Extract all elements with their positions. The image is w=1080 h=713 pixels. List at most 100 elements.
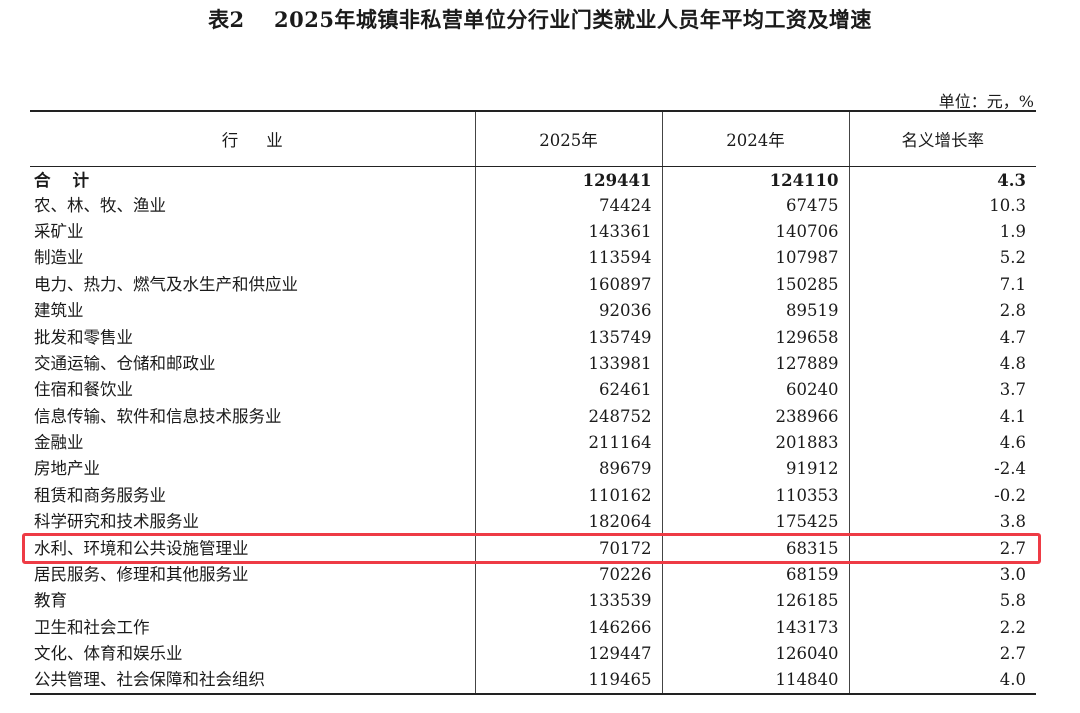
table-row: 信息传输、软件和信息技术服务业 248752 238966 4.1 <box>30 403 1036 430</box>
table-row: 金融业 211164 201883 4.6 <box>30 429 1036 457</box>
cell-rate: 4.7 <box>848 324 1036 351</box>
cell-2025: 143361 <box>474 218 662 246</box>
cell-2024: 129658 <box>661 324 849 351</box>
cell-industry: 采矿业 <box>34 221 84 241</box>
cell-industry: 房地产业 <box>34 459 100 479</box>
table-row: 居民服务、修理和其他服务业 70226 68159 3.0 <box>30 561 1036 589</box>
cell-rate: 4.1 <box>848 403 1036 430</box>
cell-rate: 3.0 <box>848 561 1036 589</box>
wage-table: 行业 2025年 2024年 名义增长率 合计 129441 124110 4.… <box>30 110 1036 695</box>
cell-2025: 160897 <box>474 271 662 298</box>
cell-2024: 107987 <box>661 245 849 272</box>
table-row: 房地产业 89679 91912 -2.4 <box>30 456 1036 483</box>
table-header-row: 行业 2025年 2024年 名义增长率 <box>30 110 1036 167</box>
table-row: 卫生和社会工作 146266 143173 2.2 <box>30 614 1036 642</box>
cell-industry: 租赁和商务服务业 <box>34 485 166 505</box>
cell-2024: 68159 <box>661 561 849 589</box>
cell-industry: 金融业 <box>34 433 84 453</box>
cell-rate: 5.8 <box>848 588 1036 615</box>
cell-industry: 信息传输、软件和信息技术服务业 <box>34 406 282 426</box>
cell-rate: 5.2 <box>848 245 1036 272</box>
cell-2024: 238966 <box>661 403 849 430</box>
table-row: 住宿和餐饮业 62461 60240 3.7 <box>30 377 1036 404</box>
cell-industry: 制造业 <box>34 248 84 268</box>
table-row: 教育 133539 126185 5.8 <box>30 588 1036 615</box>
cell-2025: 89679 <box>474 456 662 483</box>
cell-2024: 127889 <box>661 350 849 378</box>
cell-2025: 92036 <box>474 297 662 325</box>
cell-2024: 68315 <box>661 535 849 562</box>
cell-2025: 129447 <box>474 641 662 668</box>
cell-2025: 135749 <box>474 324 662 351</box>
cell-2025: 133981 <box>474 350 662 378</box>
cell-2024: 143173 <box>661 614 849 642</box>
cell-2024: 89519 <box>661 297 849 325</box>
cell-rate: 2.8 <box>848 297 1036 325</box>
cell-2024: 126185 <box>661 588 849 615</box>
cell-industry: 合计 <box>34 171 111 191</box>
table-row: 农、林、牧、渔业 74424 67475 10.3 <box>30 192 1036 219</box>
cell-2025: 248752 <box>474 403 662 430</box>
cell-rate: 10.3 <box>848 192 1036 219</box>
cell-rate: 2.7 <box>848 535 1036 562</box>
cell-rate: 3.7 <box>848 377 1036 404</box>
cell-2024: 150285 <box>661 271 849 298</box>
header-growth-rate: 名义增长率 <box>848 110 1036 167</box>
cell-2024: 140706 <box>661 218 849 246</box>
table-row: 租赁和商务服务业 110162 110353 -0.2 <box>30 482 1036 510</box>
cell-industry: 卫生和社会工作 <box>34 617 150 637</box>
cell-industry: 文化、体育和娱乐业 <box>34 644 183 664</box>
cell-rate: 3.8 <box>848 509 1036 536</box>
table-row: 建筑业 92036 89519 2.8 <box>30 297 1036 325</box>
header-2025: 2025年 <box>474 110 662 167</box>
table-row: 批发和零售业 135749 129658 4.7 <box>30 324 1036 351</box>
cell-2024: 124110 <box>661 166 849 193</box>
cell-2024: 60240 <box>661 377 849 404</box>
cell-rate: 2.7 <box>848 641 1036 668</box>
table-row: 科学研究和技术服务业 182064 175425 3.8 <box>30 509 1036 536</box>
cell-rate: 7.1 <box>848 271 1036 298</box>
cell-2025: 113594 <box>474 245 662 272</box>
cell-industry: 科学研究和技术服务业 <box>34 512 199 532</box>
cell-industry: 交通运输、仓储和邮政业 <box>34 353 216 373</box>
cell-2025: 70226 <box>474 561 662 589</box>
cell-industry: 住宿和餐饮业 <box>34 380 133 400</box>
cell-industry: 电力、热力、燃气及水生产和供应业 <box>34 274 298 294</box>
cell-2025: 129441 <box>474 166 662 193</box>
table-row-highlighted: 水利、环境和公共设施管理业 70172 68315 2.7 <box>30 535 1036 562</box>
cell-industry: 教育 <box>34 591 67 611</box>
cell-industry: 批发和零售业 <box>34 327 133 347</box>
table-row: 制造业 113594 107987 5.2 <box>30 245 1036 272</box>
cell-rate: 4.8 <box>848 350 1036 378</box>
cell-rate: 4.6 <box>848 429 1036 457</box>
cell-rate: 2.2 <box>848 614 1036 642</box>
table-row: 采矿业 143361 140706 1.9 <box>30 218 1036 246</box>
table-title: 表2 2025年城镇非私营单位分行业门类就业人员年平均工资及增速 <box>208 7 872 32</box>
header-2024: 2024年 <box>661 110 849 167</box>
cell-2024: 126040 <box>661 641 849 668</box>
cell-2024: 110353 <box>661 482 849 510</box>
unit-label: 单位：元，% <box>938 92 1034 111</box>
header-industry: 行业 <box>30 110 475 167</box>
cell-2025: 62461 <box>474 377 662 404</box>
cell-2024: 201883 <box>661 429 849 457</box>
cell-industry: 水利、环境和公共设施管理业 <box>34 538 249 558</box>
cell-2024: 91912 <box>661 456 849 483</box>
cell-rate: 1.9 <box>848 218 1036 246</box>
cell-2025: 211164 <box>474 429 662 457</box>
cell-industry: 建筑业 <box>34 301 84 321</box>
cell-industry: 居民服务、修理和其他服务业 <box>34 565 249 585</box>
cell-2025: 182064 <box>474 509 662 536</box>
cell-2025: 110162 <box>474 482 662 510</box>
table-row: 电力、热力、燃气及水生产和供应业 160897 150285 7.1 <box>30 271 1036 298</box>
cell-rate: 4.0 <box>848 667 1036 695</box>
cell-2025: 119465 <box>474 667 662 695</box>
cell-2024: 67475 <box>661 192 849 219</box>
table-row: 公共管理、社会保障和社会组织 119465 114840 4.0 <box>30 667 1036 695</box>
table-row-total: 合计 129441 124110 4.3 <box>30 166 1036 193</box>
cell-industry: 农、林、牧、渔业 <box>34 195 166 215</box>
table-row: 交通运输、仓储和邮政业 133981 127889 4.8 <box>30 350 1036 378</box>
cell-2025: 146266 <box>474 614 662 642</box>
cell-rate: -2.4 <box>848 456 1036 483</box>
cell-2025: 74424 <box>474 192 662 219</box>
